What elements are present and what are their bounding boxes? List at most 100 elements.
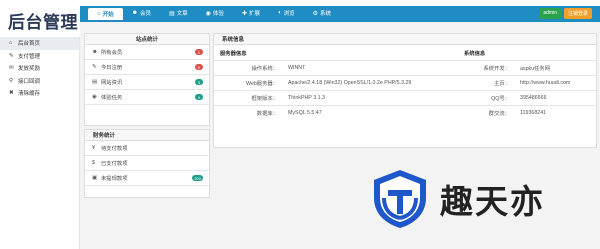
sidebar-item-home[interactable]: ⌂ 后台首页 bbox=[0, 37, 79, 50]
list-item-label: 所有会员 bbox=[101, 50, 123, 56]
table-row: 框架版本： ThinkPHP 3.1.3 QQ号： 395486566 bbox=[214, 90, 596, 105]
list-item[interactable]: ◉ 体验任务 0 bbox=[85, 90, 209, 105]
shield-logo-icon bbox=[374, 170, 426, 228]
tab-label: 文章 bbox=[176, 11, 188, 17]
pay-icon: ✎ bbox=[9, 52, 14, 59]
finance-stats-panel: 财务统计 ¥ 待支付款项 $ 已支付款项 ▣ 未提现款项 200 bbox=[84, 129, 210, 198]
count-badge: 200 bbox=[192, 175, 203, 181]
field-value: aspku任务网 bbox=[520, 66, 551, 72]
table-row: Web服务器： Apache/2.4.18 (Win32) OpenSSL/1.… bbox=[214, 75, 596, 90]
list-item[interactable]: ✎ 今日注册 0 bbox=[85, 60, 209, 75]
field-label: 系统开发： bbox=[483, 66, 511, 72]
tab-label: 会员 bbox=[139, 11, 151, 17]
sidebar-item-payment[interactable]: ✎ 支付管理 bbox=[0, 50, 79, 63]
reward-icon: ✉ bbox=[9, 65, 14, 72]
list-item[interactable]: ▤ 网站资讯 3 bbox=[85, 75, 209, 90]
yen-icon: ¥ bbox=[92, 145, 95, 151]
table-row: 数据库： MySQL 5.5.47 群交流： 119368241 bbox=[214, 105, 596, 120]
user-icon: ☻ bbox=[92, 49, 98, 55]
sidebar-item-clear-cache[interactable]: ✖ 清除缓存 bbox=[0, 87, 79, 100]
panel-title: 站点统计 bbox=[85, 34, 209, 45]
tab-articles[interactable]: ▤ 文章 bbox=[160, 6, 197, 20]
user-icon: ☻ bbox=[131, 10, 138, 16]
list-item-label: 今日注册 bbox=[101, 65, 123, 71]
tab-extend[interactable]: ✚ 扩展 bbox=[233, 6, 269, 20]
field-label: Web服务器： bbox=[246, 81, 278, 87]
sidebar-item-label: 清除缓存 bbox=[18, 91, 41, 98]
list-item-label: 已支付款项 bbox=[101, 161, 128, 167]
field-label: 操作系统： bbox=[251, 66, 279, 72]
field-label: 群交流： bbox=[488, 111, 510, 117]
tab-system[interactable]: ⚙ 系统 bbox=[304, 6, 340, 20]
count-badge: 3 bbox=[195, 79, 203, 85]
tab-label: 开始 bbox=[102, 12, 114, 18]
dollar-icon: $ bbox=[92, 160, 95, 166]
home-icon: ⌂ bbox=[9, 40, 13, 47]
watermark-text: 趣天亦 bbox=[440, 182, 545, 221]
field-label: 数据库： bbox=[256, 111, 278, 117]
list-item[interactable]: ¥ 待支付款项 bbox=[85, 141, 209, 156]
tab-browse[interactable]: ◐ 浏览 bbox=[269, 6, 304, 20]
field-label: QQ号： bbox=[491, 96, 510, 102]
panel-title: 财务统计 bbox=[85, 130, 209, 141]
column-header: 服务器信息 bbox=[220, 50, 247, 57]
count-badge: 1 bbox=[195, 49, 203, 55]
tab-experience[interactable]: ◉ 体验 bbox=[197, 6, 233, 20]
task-icon: ◉ bbox=[205, 10, 211, 17]
home-icon: ⌂ bbox=[97, 11, 101, 17]
tab-label: 扩展 bbox=[248, 11, 260, 17]
file-icon: ▤ bbox=[168, 10, 175, 17]
site-stats-panel: 站点统计 ☻ 所有会员 1 ✎ 今日注册 0 ▤ 网站资讯 3 ◉ 体验任务 0 bbox=[84, 33, 210, 126]
edit-icon: ✎ bbox=[92, 64, 97, 70]
count-badge: 0 bbox=[195, 64, 203, 70]
tab-label: 浏览 bbox=[283, 11, 295, 17]
link-icon: ⚲ bbox=[9, 77, 14, 84]
sidebar-item-label: 支付管理 bbox=[18, 53, 41, 60]
admin-button[interactable]: admin bbox=[539, 8, 561, 19]
field-value: 395486566 bbox=[520, 95, 547, 101]
table-row: 操作系统： WINNT 系统开发： aspku任务网 bbox=[214, 60, 596, 75]
field-value: ThinkPHP 3.1.3 bbox=[288, 95, 326, 101]
list-item-label: 未提现款项 bbox=[101, 176, 128, 182]
field-value: MySQL 5.5.47 bbox=[288, 110, 322, 116]
list-item-label: 网站资讯 bbox=[101, 80, 123, 86]
list-item[interactable]: $ 已支付款项 bbox=[85, 156, 209, 171]
eye-icon: ◐ bbox=[277, 10, 282, 16]
system-info-panel: 系统信息 服务器信息 系统信息 操作系统： WINNT 系统开发： aspku任… bbox=[213, 33, 597, 148]
count-badge: 0 bbox=[195, 94, 203, 100]
tab-label: 体验 bbox=[212, 11, 224, 17]
field-value: 119368241 bbox=[520, 110, 547, 116]
plugin-icon: ✚ bbox=[241, 10, 247, 17]
sidebar-item-label: 后台首页 bbox=[18, 41, 41, 48]
news-icon: ▤ bbox=[92, 79, 98, 85]
sidebar-item-label: 接口回调 bbox=[18, 78, 41, 85]
homepage-link[interactable]: http://www.huudi.com bbox=[516, 80, 596, 86]
sidebar: ⌂ 后台首页 ✎ 支付管理 ✉ 发放奖励 ⚲ 接口回调 ✖ 清除缓存 bbox=[0, 37, 80, 249]
tab-members[interactable]: ☻ 会员 bbox=[123, 6, 160, 20]
task-icon: ◉ bbox=[92, 94, 97, 100]
field-value: WINNT bbox=[288, 65, 306, 71]
wallet-icon: ▣ bbox=[92, 175, 98, 181]
sidebar-item-callback[interactable]: ⚲ 接口回调 bbox=[0, 75, 79, 88]
gear-icon: ⚙ bbox=[312, 10, 319, 17]
list-item[interactable]: ▣ 未提现款项 200 bbox=[85, 171, 209, 186]
sidebar-item-label: 发放奖励 bbox=[18, 66, 41, 73]
table-header: 服务器信息 系统信息 bbox=[214, 45, 596, 60]
clear-icon: ✖ bbox=[9, 90, 14, 97]
field-value: Apache/2.4.18 (Win32) OpenSSL/1.0.2e PHP… bbox=[288, 80, 412, 86]
app-logo: 后台管理 bbox=[8, 13, 78, 32]
top-nav: ⌂ 开始 ☻ 会员 ▤ 文章 ◉ 体验 ✚ 扩展 ◐ 浏览 ⚙ 系统 admin… bbox=[80, 6, 600, 20]
field-label: 主页： bbox=[494, 81, 510, 87]
field-label: 框架版本： bbox=[251, 96, 279, 102]
watermark: 趣天亦 bbox=[370, 168, 545, 230]
logout-button[interactable]: 注销登录 bbox=[563, 8, 592, 19]
sidebar-item-reward[interactable]: ✉ 发放奖励 bbox=[0, 62, 79, 75]
tab-start[interactable]: ⌂ 开始 bbox=[88, 8, 123, 20]
column-header: 系统信息 bbox=[464, 50, 486, 57]
list-item[interactable]: ☻ 所有会员 1 bbox=[85, 45, 209, 60]
panel-title: 系统信息 bbox=[214, 34, 596, 45]
tab-label: 系统 bbox=[320, 11, 332, 17]
list-item-label: 体验任务 bbox=[101, 95, 123, 101]
list-item-label: 待支付款项 bbox=[101, 146, 128, 152]
user-actions: admin 注销登录 bbox=[539, 8, 592, 19]
